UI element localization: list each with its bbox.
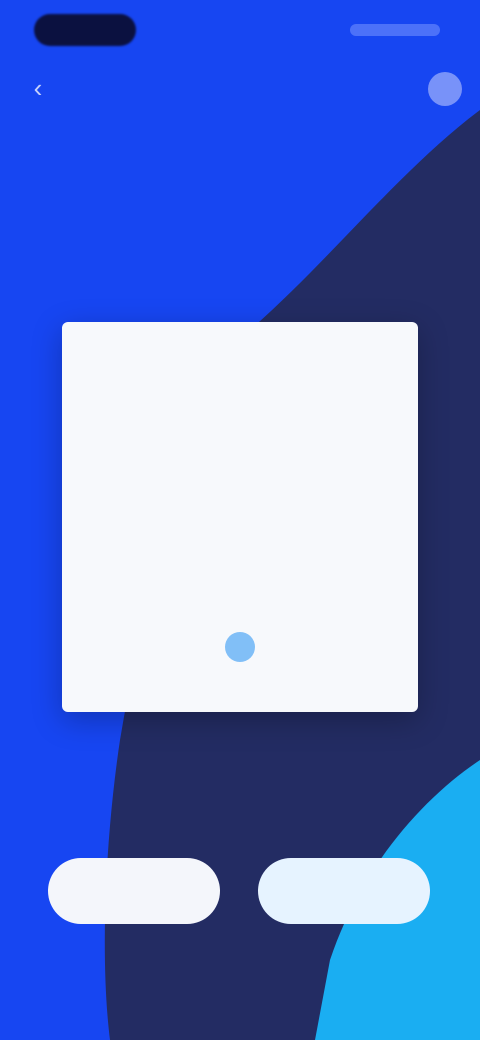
status-bar-indicators	[350, 24, 440, 36]
app-screen: ‹	[0, 0, 480, 1040]
card-text	[122, 470, 358, 510]
right-action-button[interactable]	[258, 858, 430, 924]
page-title	[140, 70, 340, 106]
left-action-button[interactable]	[48, 858, 220, 924]
menu-button[interactable]	[428, 72, 462, 106]
back-button[interactable]: ‹	[20, 70, 56, 106]
header-sub-link[interactable]	[380, 136, 450, 150]
content-card[interactable]	[62, 322, 418, 712]
status-bar-pill	[34, 14, 136, 46]
circle-icon[interactable]	[225, 632, 255, 662]
card-caption	[140, 736, 340, 754]
top-bar: ‹	[0, 60, 480, 116]
card-header	[62, 342, 418, 362]
chevron-left-icon: ‹	[33, 73, 43, 103]
